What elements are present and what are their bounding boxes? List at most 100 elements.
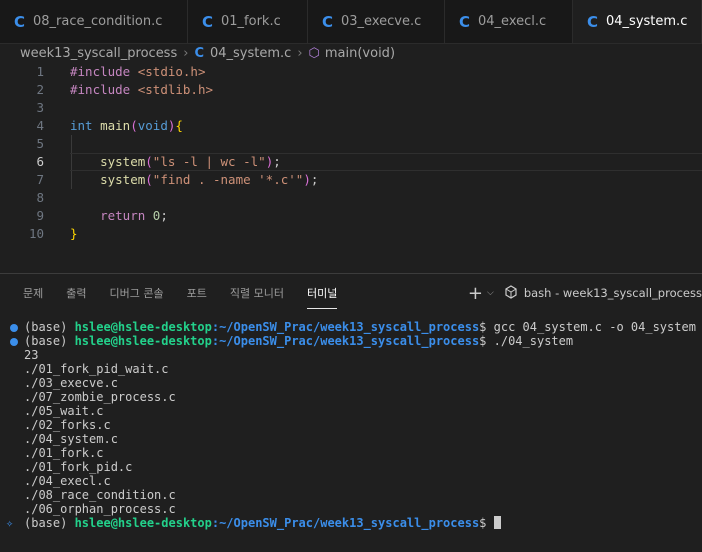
chevron-right-icon: › <box>183 45 189 61</box>
tab-label: 04_system.c <box>606 14 688 29</box>
tab-04-execl[interactable]: C 04_execl.c <box>445 0 573 43</box>
c-file-icon: C <box>202 12 214 31</box>
chevron-down-icon[interactable]: ⌵ <box>487 288 494 298</box>
token: return <box>100 208 146 223</box>
token: system <box>100 172 146 187</box>
terminal-cursor <box>493 516 501 529</box>
code-line: 3 <box>0 99 702 117</box>
token: main <box>100 118 131 133</box>
token: { <box>175 118 183 133</box>
tab-08-race-condition[interactable]: C 08_race_condition.c <box>0 0 188 43</box>
line-number: 4 <box>36 118 44 133</box>
output-line: ./06_orphan_process.c <box>24 502 176 516</box>
output-line: ./02_forks.c <box>24 418 111 432</box>
output-line: ./08_race_condition.c <box>24 488 176 502</box>
token: #include <box>70 64 131 79</box>
prompt-path: :~/OpenSW_Prac/week13_syscall_process <box>211 516 480 530</box>
token: ; <box>160 208 168 223</box>
token: ( <box>145 154 153 169</box>
command-success-icon[interactable] <box>10 338 18 346</box>
output-line: ./07_zombie_process.c <box>24 390 176 404</box>
terminal-name[interactable]: bash - week13_syscall_process <box>524 286 702 300</box>
command-success-icon[interactable] <box>10 324 18 332</box>
terminal-line: (base) hslee@hslee-desktop:~/OpenSW_Prac… <box>24 320 696 334</box>
prompt-path: :~/OpenSW_Prac/week13_syscall_process <box>211 334 480 348</box>
terminal-line: (base) hslee@hslee-desktop:~/OpenSW_Prac… <box>24 334 573 348</box>
tab-01-fork[interactable]: C 01_fork.c <box>188 0 308 43</box>
tab-serial-monitor[interactable]: 직렬 모니터 <box>230 285 284 301</box>
command-text: ./04_system <box>493 334 574 348</box>
token: system <box>100 154 146 169</box>
line-number: 10 <box>28 226 44 241</box>
code-line: 7 system("find . -name '*.c'"); <box>0 171 702 189</box>
prompt-end: $ <box>479 320 494 334</box>
line-number: 5 <box>36 136 44 151</box>
output-line: 23 <box>24 348 39 362</box>
breadcrumb-file[interactable]: 04_system.c <box>210 46 291 61</box>
new-terminal-icon[interactable]: + <box>468 283 483 304</box>
tab-label: 04_execl.c <box>478 14 547 29</box>
line-number: 8 <box>36 190 44 205</box>
tab-04-system[interactable]: C 04_system.c <box>573 0 702 43</box>
code-editor[interactable]: 1 #include <stdio.h> 2 #include <stdlib.… <box>0 63 702 273</box>
line-number: 3 <box>36 100 44 115</box>
tab-problems[interactable]: 문제 <box>23 285 43 301</box>
token: ; <box>273 154 281 169</box>
prompt-path: :~/OpenSW_Prac/week13_syscall_process <box>211 320 480 334</box>
prompt-user: hslee@hslee-desktop <box>74 320 212 334</box>
c-file-icon: C <box>587 12 599 31</box>
prompt-end: $ <box>479 516 494 530</box>
token: <stdlib.h> <box>137 82 214 97</box>
tab-label: 03_execve.c <box>341 14 422 29</box>
code-line: 10 } <box>0 225 702 243</box>
editor-tab-bar: C 08_race_condition.c C 01_fork.c C 03_e… <box>0 0 702 44</box>
tab-output[interactable]: 출력 <box>66 285 86 301</box>
token: ( <box>145 172 153 187</box>
c-file-icon: C <box>459 12 471 31</box>
output-line: ./01_fork_pid.c <box>24 460 133 474</box>
terminal-icon <box>504 284 518 302</box>
prompt-base: (base) <box>24 320 75 334</box>
tab-label: 01_fork.c <box>221 14 281 29</box>
cube-icon: ⬡ <box>308 45 320 61</box>
c-file-icon: C <box>14 12 26 31</box>
token: #include <box>70 82 131 97</box>
token: void <box>137 118 168 133</box>
output-line: ./05_wait.c <box>24 404 104 418</box>
token: "ls -l | wc -l" <box>152 154 266 169</box>
token: int <box>70 118 93 133</box>
token: ) <box>303 172 311 187</box>
code-line: 1 #include <stdio.h> <box>0 63 702 81</box>
line-number: 9 <box>36 208 44 223</box>
line-number: 7 <box>36 172 44 187</box>
code-line: 9 return 0; <box>0 207 702 225</box>
sparkle-icon[interactable]: ✧ <box>6 516 13 530</box>
output-line: ./04_system.c <box>24 432 118 446</box>
prompt-user: hslee@hslee-desktop <box>74 334 212 348</box>
tab-label: 08_race_condition.c <box>33 14 163 29</box>
line-number: 6 <box>36 154 44 169</box>
line-number: 1 <box>36 64 44 79</box>
tab-debug-console[interactable]: 디버그 콘솔 <box>110 285 164 301</box>
code-line: 6 system("ls -l | wc -l"); <box>0 153 702 171</box>
c-file-icon: C <box>194 45 204 61</box>
breadcrumb: week13_syscall_process › C 04_system.c ›… <box>0 43 702 63</box>
code-line: 8 <box>0 189 702 207</box>
breadcrumb-symbol[interactable]: main(void) <box>325 46 395 61</box>
token: } <box>70 226 78 241</box>
tab-terminal[interactable]: 터미널 <box>306 285 338 309</box>
code-line: 2 #include <stdlib.h> <box>0 81 702 99</box>
tab-03-execve[interactable]: C 03_execve.c <box>308 0 445 43</box>
chevron-right-icon: › <box>297 45 303 61</box>
prompt-end: $ <box>479 334 494 348</box>
code-line: 4 int main(void){ <box>0 117 702 135</box>
token: "find . -name '*.c'" <box>152 172 304 187</box>
breadcrumb-folder[interactable]: week13_syscall_process <box>20 46 177 61</box>
output-line: ./01_fork.c <box>24 446 104 460</box>
terminal-line: (base) hslee@hslee-desktop:~/OpenSW_Prac… <box>24 516 501 530</box>
prompt-user: hslee@hslee-desktop <box>74 516 212 530</box>
token: ; <box>310 172 319 187</box>
token: <stdio.h> <box>137 64 206 79</box>
tab-ports[interactable]: 포트 <box>187 285 207 301</box>
terminal[interactable]: (base) hslee@hslee-desktop:~/OpenSW_Prac… <box>0 320 702 552</box>
